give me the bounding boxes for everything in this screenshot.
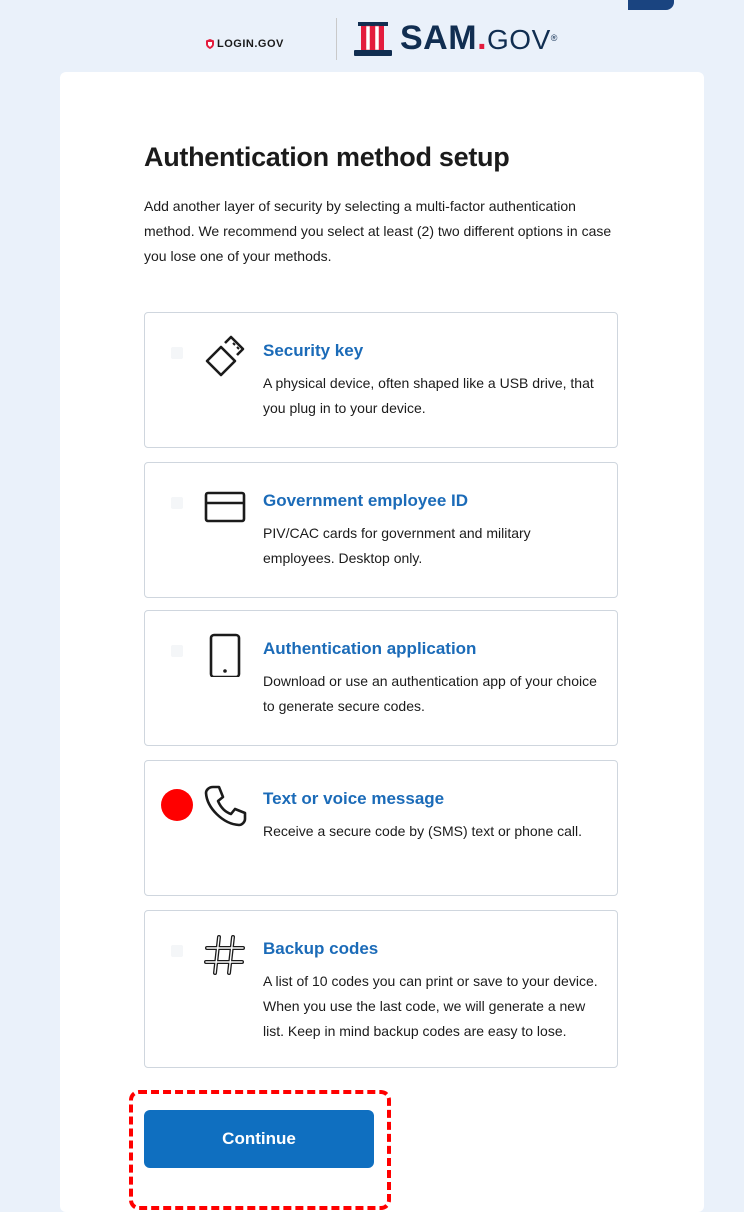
option-description: Receive a secure code by (SMS) text or p… — [263, 823, 583, 839]
sam-gov-text: SAM.GOV® — [400, 18, 558, 60]
sam-gov-logo: SAM.GOV® — [352, 16, 558, 60]
sam-text-main: SAM — [400, 19, 478, 57]
phone-call-icon — [204, 785, 247, 827]
intro-text: Add another layer of security by selecti… — [144, 198, 612, 264]
option-description: A physical device, often shaped like a U… — [263, 375, 594, 416]
option-backup-codes[interactable]: Backup codes A list of 10 codes you can … — [144, 910, 618, 1068]
sam-registered-mark: ® — [550, 33, 558, 43]
shield-icon — [206, 39, 214, 49]
option-title: Text or voice message — [263, 789, 445, 808]
page-title: Authentication method setup — [144, 142, 510, 172]
uncle-sam-hat-icon — [354, 22, 392, 56]
top-corner-tab — [628, 0, 674, 10]
option-title: Authentication application — [263, 639, 477, 658]
option-text-voice[interactable]: Text or voice message Receive a secure c… — [144, 760, 618, 896]
option-description: PIV/CAC cards for government and militar… — [263, 525, 531, 566]
option-auth-app[interactable]: Authentication application Download or u… — [144, 610, 618, 746]
option-description: Download or use an authentication app of… — [263, 673, 597, 714]
logo-divider — [336, 18, 337, 60]
checkbox[interactable] — [171, 945, 183, 957]
option-title: Government employee ID — [263, 491, 469, 510]
selected-indicator[interactable] — [161, 789, 193, 821]
checkbox[interactable] — [171, 497, 183, 509]
option-title: Backup codes — [263, 939, 379, 958]
sam-text-gov: GOV — [487, 24, 551, 55]
site-header: LOGIN.GOV SAM.GOV® — [0, 14, 744, 62]
login-gov-logo: LOGIN.GOV — [206, 38, 284, 50]
sam-text-dot: . — [477, 19, 488, 57]
option-title: Security key — [263, 341, 364, 360]
option-government-id[interactable]: Government employee ID PIV/CAC cards for… — [144, 462, 618, 598]
phone-device-icon — [209, 633, 241, 677]
checkbox[interactable] — [171, 645, 183, 657]
option-description: A list of 10 codes you can print or save… — [263, 973, 598, 1039]
usb-key-icon — [205, 335, 245, 377]
id-card-icon — [204, 491, 246, 523]
option-security-key[interactable]: Security key A physical device, often sh… — [144, 312, 618, 448]
continue-button[interactable]: Continue — [144, 1110, 374, 1168]
login-gov-text: LOGIN.GOV — [217, 38, 284, 50]
hash-icon — [204, 935, 245, 975]
setup-card: Authentication method setup Add another … — [60, 72, 704, 1212]
checkbox[interactable] — [171, 347, 183, 359]
